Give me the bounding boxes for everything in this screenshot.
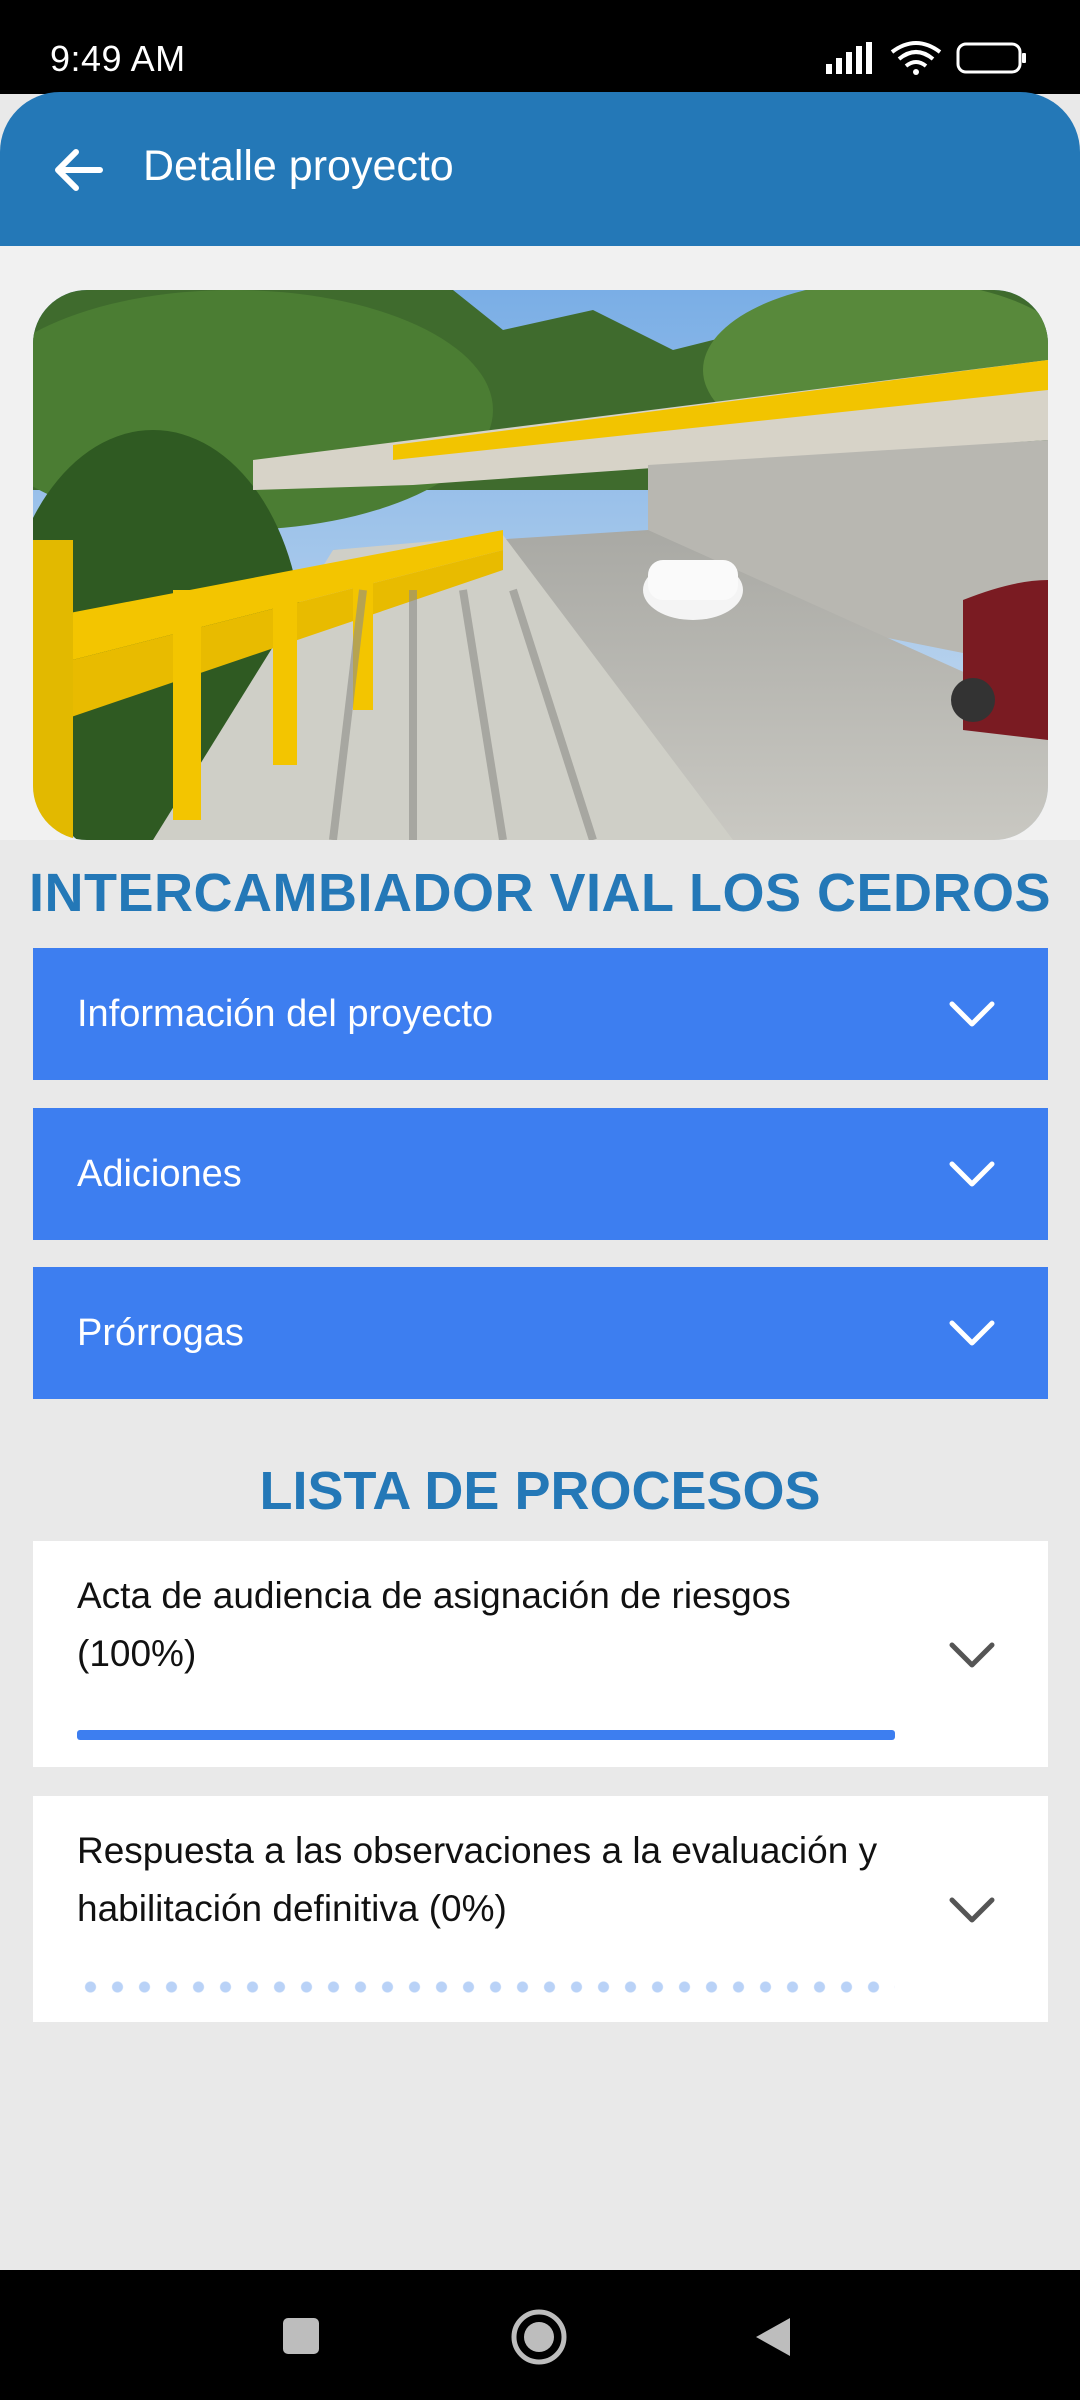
- accordion-extensions[interactable]: Prórrogas: [33, 1267, 1048, 1399]
- process-progress-bar: [77, 1730, 895, 1740]
- wifi-icon: [890, 41, 942, 75]
- arrow-left-icon[interactable]: [48, 140, 108, 200]
- back-nav-button[interactable]: [752, 2314, 794, 2360]
- process-label: Acta de audiencia de asignación de riesg…: [77, 1575, 791, 1674]
- battery-icon: [956, 42, 1026, 74]
- app-bar: Detalle proyecto: [0, 92, 1080, 246]
- accordion-label: Prórrogas: [77, 1311, 244, 1354]
- accordion-project-info[interactable]: Información del proyecto: [33, 948, 1048, 1080]
- process-item[interactable]: Respuesta a las observaciones a la evalu…: [33, 1796, 1048, 2022]
- process-item[interactable]: Acta de audiencia de asignación de riesg…: [33, 1541, 1048, 1767]
- chevron-down-icon: [949, 1642, 995, 1668]
- processes-title: LISTA DE PROCESOS: [259, 1461, 821, 1521]
- accordion-label: Adiciones: [77, 1152, 242, 1195]
- status-icons: [826, 40, 1028, 76]
- process-progress-bar: [77, 1981, 895, 1993]
- project-photo: [33, 290, 1048, 840]
- chevron-down-icon: [949, 1161, 995, 1187]
- signal-icon: [826, 42, 872, 74]
- recents-button[interactable]: [281, 2316, 321, 2356]
- chevron-down-icon: [949, 1897, 995, 1923]
- chevron-down-icon: [949, 1001, 995, 1027]
- chevron-down-icon: [949, 1320, 995, 1346]
- process-label: Respuesta a las observaciones a la evalu…: [77, 1830, 878, 1929]
- accordion-additions[interactable]: Adiciones: [33, 1108, 1048, 1240]
- home-button[interactable]: [510, 2308, 568, 2366]
- status-time: 9:49 AM: [50, 38, 186, 79]
- status-bar: 9:49 AM: [0, 0, 1080, 94]
- project-name: INTERCAMBIADOR VIAL LOS CEDROS: [28, 863, 1052, 923]
- page-title: Detalle proyecto: [143, 142, 454, 190]
- accordion-label: Información del proyecto: [77, 992, 494, 1035]
- system-nav-bar: [0, 2270, 1080, 2400]
